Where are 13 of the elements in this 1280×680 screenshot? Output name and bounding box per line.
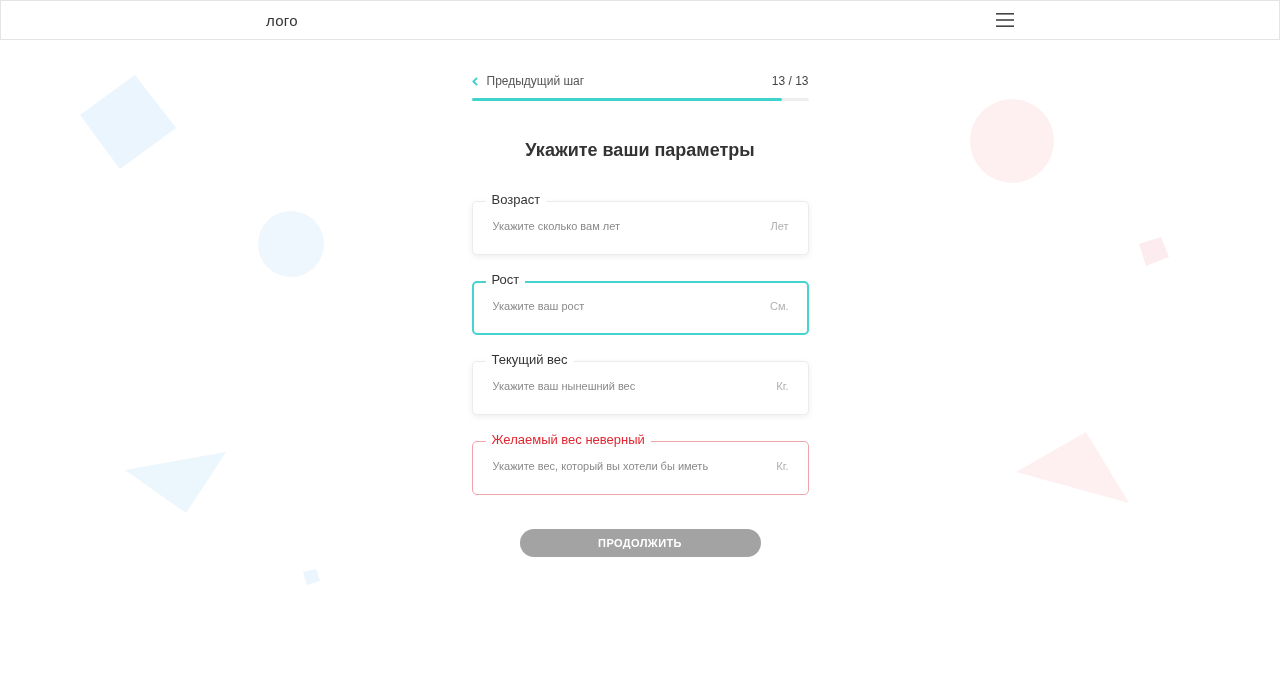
menu-icon[interactable] [996, 13, 1014, 27]
step-counter: 13 / 13 [771, 74, 809, 88]
error-label: Желаемый вес неверный [485, 432, 651, 448]
back-link[interactable]: Предыдущий шаг [471, 74, 585, 88]
unit-label: Кг. [776, 459, 789, 473]
field-label: Текущий вес [485, 352, 574, 368]
logo-text[interactable]: лого [266, 11, 298, 29]
chevron-left-icon [471, 76, 478, 86]
field-label: Возраст [485, 192, 547, 208]
page-title: Укажите ваши параметры [524, 139, 756, 161]
unit-label: Кг. [776, 379, 789, 393]
unit-label: Лет [770, 219, 789, 233]
unit-label: См. [769, 299, 789, 313]
